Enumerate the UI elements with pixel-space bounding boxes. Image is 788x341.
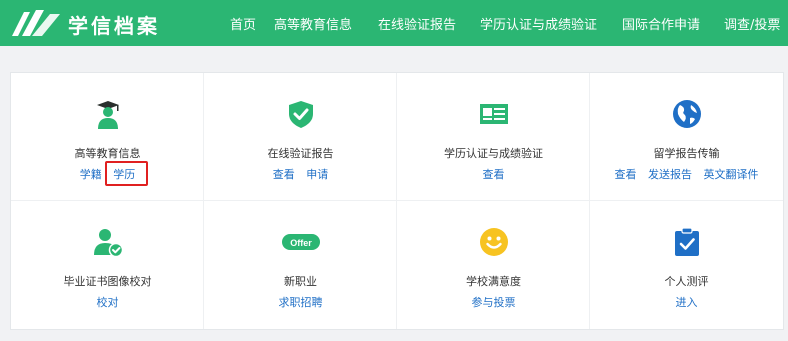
- card-school-satisfaction: 学校满意度 参与投票: [397, 201, 590, 329]
- card-title: 学校满意度: [466, 275, 521, 288]
- nav-degree-certification[interactable]: 学历认证与成绩验证: [480, 14, 597, 33]
- site-logo[interactable]: 学信档案: [10, 8, 190, 38]
- link-view[interactable]: 查看: [483, 168, 505, 181]
- link-participate-vote[interactable]: 参与投票: [472, 296, 516, 309]
- svg-text:Offer: Offer: [290, 238, 312, 248]
- card-title: 个人测评: [664, 275, 709, 288]
- id-card-icon: [480, 104, 508, 124]
- nav-survey-vote[interactable]: 调查/投票: [724, 14, 780, 33]
- card-title: 在线验证报告: [267, 147, 334, 160]
- link-student-status[interactable]: 学籍: [80, 168, 102, 181]
- card-degree-certification: 学历认证与成绩验证 查看: [397, 73, 590, 201]
- link-apply[interactable]: 申请: [306, 168, 328, 181]
- nav-home[interactable]: 首页: [230, 14, 256, 33]
- card-diploma-image-proofreading: 毕业证书图像校对 校对: [11, 201, 204, 329]
- logo-mark-icon: [12, 10, 60, 36]
- card-new-career: Offer 新职业 求职招聘: [204, 201, 397, 329]
- user-check-icon: [94, 229, 123, 257]
- offer-icon: Offer: [282, 234, 320, 250]
- nav-online-verification-report[interactable]: 在线验证报告: [378, 14, 456, 33]
- link-view[interactable]: 查看: [273, 168, 295, 181]
- card-title: 学历认证与成绩验证: [444, 147, 543, 160]
- main-nav: 首页 高等教育信息 在线验证报告 学历认证与成绩验证 国际合作申请 调查/投票: [230, 0, 788, 46]
- card-title: 毕业证书图像校对: [63, 275, 152, 288]
- nav-international-cooperation[interactable]: 国际合作申请: [622, 14, 700, 33]
- link-enter[interactable]: 进入: [676, 296, 698, 309]
- card-title: 高等教育信息: [74, 147, 141, 160]
- card-study-abroad-report: 留学报告传输 查看 发送报告 英文翻译件: [590, 73, 783, 201]
- shield-check-icon: [289, 101, 313, 128]
- globe-icon: [673, 100, 701, 128]
- link-send-report[interactable]: 发送报告: [648, 168, 692, 181]
- link-view[interactable]: 查看: [615, 168, 637, 181]
- logo-text: 学信档案: [68, 14, 160, 38]
- smiley-icon: [480, 228, 508, 256]
- card-online-verification-report: 在线验证报告 查看 申请: [204, 73, 397, 201]
- link-english-translation[interactable]: 英文翻译件: [704, 168, 759, 181]
- card-title: 留学报告传输: [653, 147, 720, 160]
- graduate-icon: [97, 101, 119, 129]
- clipboard-check-icon: [675, 227, 699, 256]
- nav-higher-education-info[interactable]: 高等教育信息: [274, 14, 352, 33]
- card-title: 新职业: [284, 275, 317, 288]
- service-grid: 高等教育信息 学籍 学历 在线验证报告 查看 申请 学历认证与成绩验证 查看 留…: [10, 72, 784, 330]
- highlight-box: [105, 161, 148, 186]
- top-navbar: 学信档案 首页 高等教育信息 在线验证报告 学历认证与成绩验证 国际合作申请 调…: [0, 0, 788, 46]
- card-personal-assessment: 个人测评 进入: [590, 201, 783, 329]
- link-proofread[interactable]: 校对: [97, 296, 119, 309]
- link-job-recruitment[interactable]: 求职招聘: [279, 296, 323, 309]
